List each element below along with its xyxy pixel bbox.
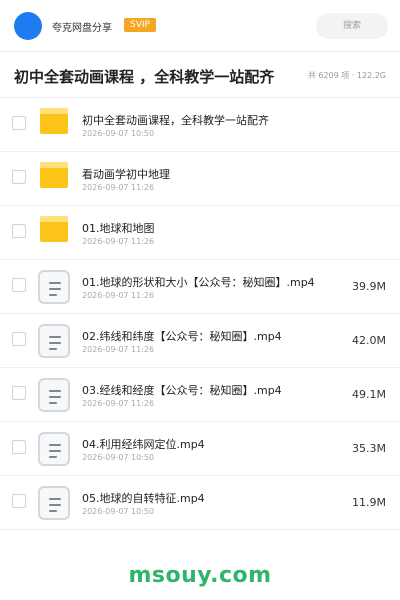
item-date: 2026-09-07 10:50 <box>82 129 155 138</box>
list-item-file[interactable]: 04.利用经纬网定位.mp4 2026-09-07 10:50 35.3M <box>0 422 400 476</box>
page-title: 初中全套动画课程 ，全科教学一站配齐 <box>14 68 275 86</box>
checkbox[interactable] <box>12 332 26 346</box>
item-size: 42.0M <box>352 334 386 347</box>
list-item-folder[interactable]: 看动画学初中地理 2026-09-07 11:26 <box>0 152 400 206</box>
avatar[interactable] <box>14 12 42 40</box>
list-item-file[interactable]: 05.地球的自转特征.mp4 2026-09-07 10:50 11.9M <box>0 476 400 530</box>
item-name: 01.地球和地图 <box>82 222 155 235</box>
checkbox[interactable] <box>12 494 26 508</box>
item-name: 05.地球的自转特征.mp4 <box>82 492 205 505</box>
item-date: 2026-09-07 11:26 <box>82 183 155 192</box>
video-file-icon <box>38 324 70 358</box>
list-item-folder[interactable]: 01.地球和地图 2026-09-07 11:26 <box>0 206 400 260</box>
folder-icon <box>40 162 68 188</box>
folder-icon <box>40 108 68 134</box>
watermark: msouy.com <box>128 563 272 588</box>
checkbox[interactable] <box>12 278 26 292</box>
svip-badge: SVIP <box>124 18 156 32</box>
item-date: 2026-09-07 11:26 <box>82 345 155 354</box>
checkbox[interactable] <box>12 116 26 130</box>
header: 夸克网盘分享 SVIP <box>0 0 400 52</box>
video-file-icon <box>38 270 70 304</box>
checkbox[interactable] <box>12 386 26 400</box>
item-size: 35.3M <box>352 442 386 455</box>
item-size: 49.1M <box>352 388 386 401</box>
item-name: 看动画学初中地理 <box>82 168 170 181</box>
list-item-file[interactable]: 03.经线和经度【公众号：秘知圈】.mp4 2026-09-07 11:26 4… <box>0 368 400 422</box>
checkbox[interactable] <box>12 170 26 184</box>
item-name: 02.纬线和纬度【公众号：秘知圈】.mp4 <box>82 330 282 343</box>
item-size: 39.9M <box>352 280 386 293</box>
list-item-file[interactable]: 01.地球的形状和大小【公众号：秘知圈】.mp4 2026-09-07 11:2… <box>0 260 400 314</box>
item-date: 2026-09-07 11:26 <box>82 399 155 408</box>
search-input[interactable] <box>316 13 388 39</box>
share-meta: 共 6209 项 · 122.2G <box>307 71 386 80</box>
file-list: 初中全套动画课程，全科教学一站配齐 2026-09-07 10:50 看动画学初… <box>0 98 400 530</box>
title-bar: 初中全套动画课程 ，全科教学一站配齐 共 6209 项 · 122.2G <box>0 52 400 98</box>
item-date: 2026-09-07 11:26 <box>82 291 155 300</box>
checkbox[interactable] <box>12 440 26 454</box>
list-item-folder[interactable]: 初中全套动画课程，全科教学一站配齐 2026-09-07 10:50 <box>0 98 400 152</box>
video-file-icon <box>38 486 70 520</box>
item-name: 初中全套动画课程，全科教学一站配齐 <box>82 114 269 127</box>
item-date: 2026-09-07 10:50 <box>82 453 155 462</box>
video-file-icon <box>38 378 70 412</box>
folder-icon <box>40 216 68 242</box>
app-name: 夸克网盘分享 <box>52 23 112 34</box>
list-item-file[interactable]: 02.纬线和纬度【公众号：秘知圈】.mp4 2026-09-07 11:26 4… <box>0 314 400 368</box>
item-date: 2026-09-07 11:26 <box>82 237 155 246</box>
item-name: 04.利用经纬网定位.mp4 <box>82 438 205 451</box>
item-size: 11.9M <box>352 496 386 509</box>
checkbox[interactable] <box>12 224 26 238</box>
item-name: 01.地球的形状和大小【公众号：秘知圈】.mp4 <box>82 276 315 289</box>
video-file-icon <box>38 432 70 466</box>
item-date: 2026-09-07 10:50 <box>82 507 155 516</box>
item-name: 03.经线和经度【公众号：秘知圈】.mp4 <box>82 384 282 397</box>
